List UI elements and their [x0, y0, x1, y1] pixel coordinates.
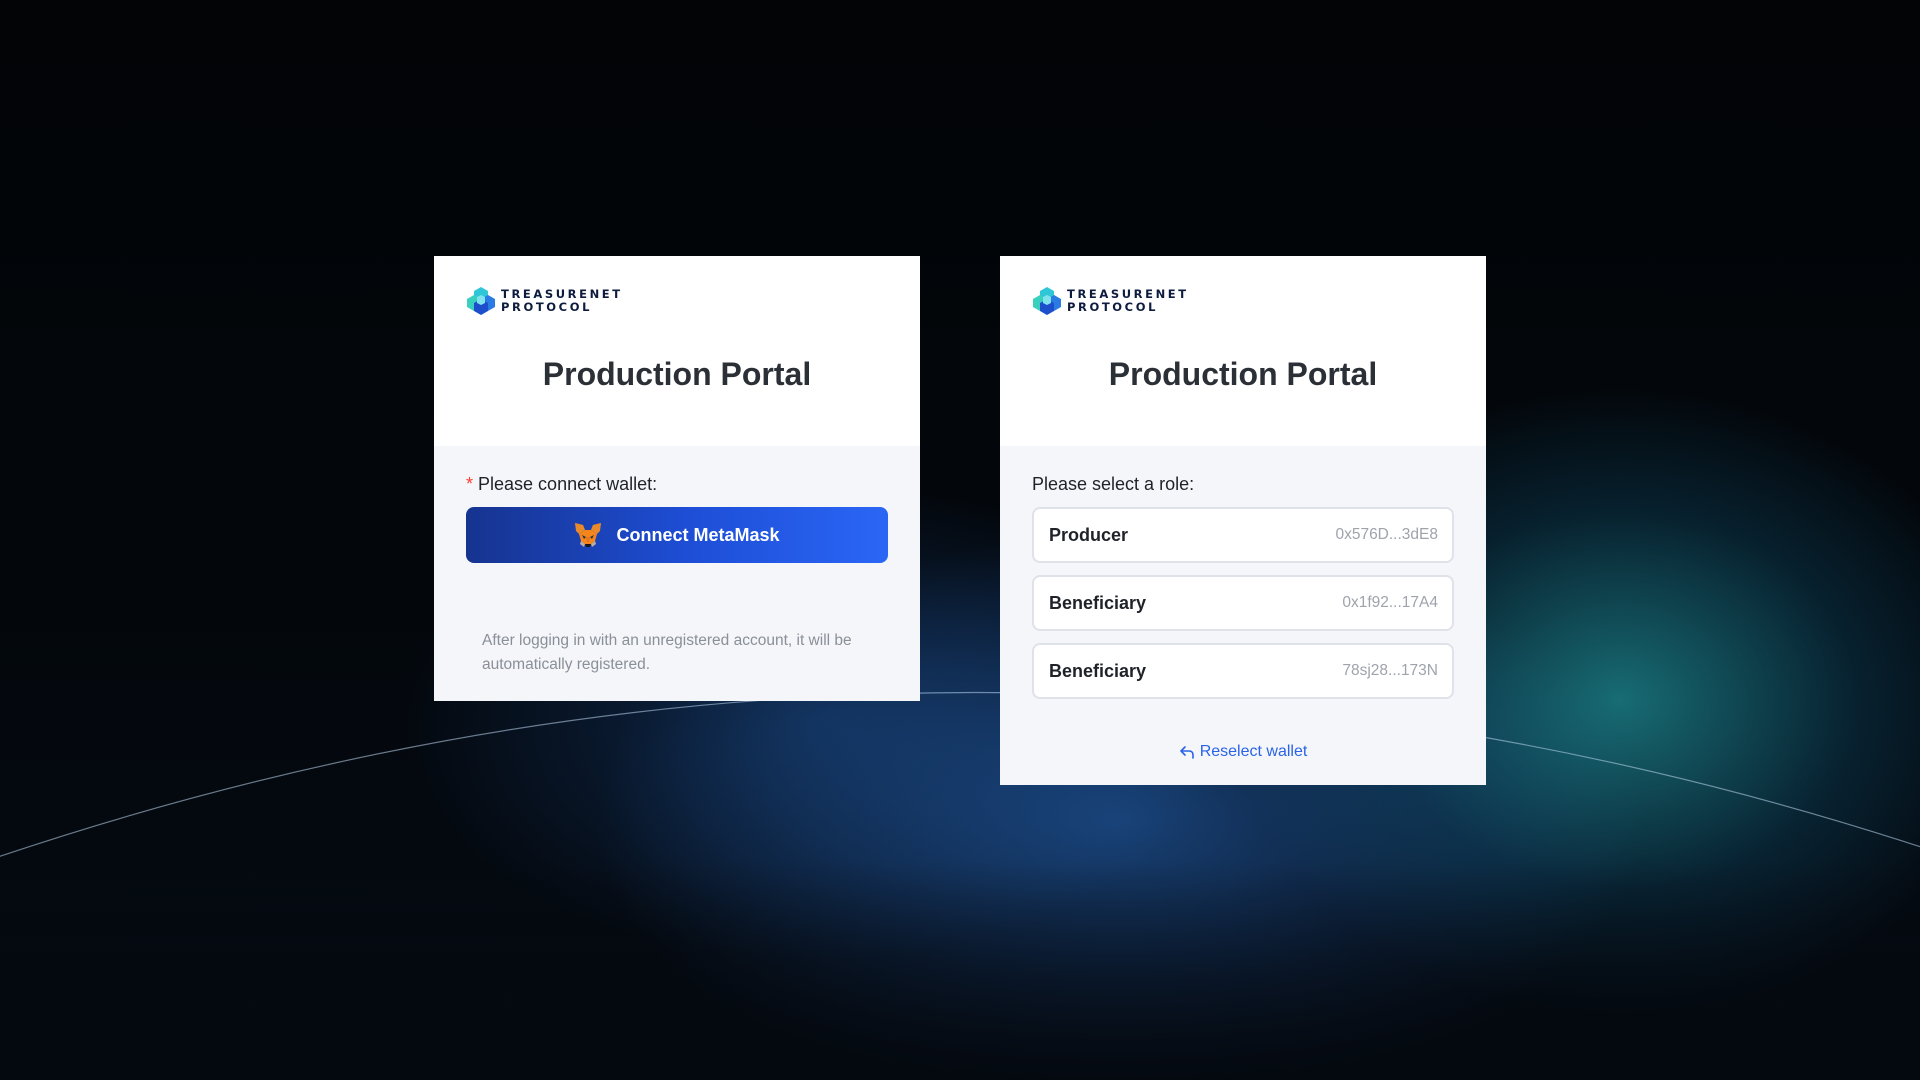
role-address: 0x1f92...17A4: [1342, 594, 1438, 611]
role-address: 78sj28...173N: [1342, 662, 1438, 679]
card-header: TREASURENET PROTOCOL Production Portal: [1000, 256, 1486, 446]
metamask-fox-icon: [575, 523, 602, 547]
page-title: Production Portal: [1108, 356, 1378, 392]
role-name: Beneficiary: [1049, 592, 1147, 613]
card-body: Please select a role: Producer 0x576D...…: [1000, 446, 1486, 785]
card-body: * Please connect wallet: Connect MetaMask…: [434, 446, 920, 701]
required-mark: *: [466, 474, 474, 494]
connect-metamask-button[interactable]: Connect MetaMask: [466, 507, 888, 563]
registration-note: After logging in with an unregistered ac…: [482, 632, 852, 673]
logo-line2: PROTOCOL: [501, 300, 593, 314]
treasurenet-logo: TREASURENET PROTOCOL: [1032, 286, 1189, 316]
page-title: Production Portal: [542, 356, 812, 392]
card-header: TREASURENET PROTOCOL Production Portal: [434, 256, 920, 446]
background-fade: [0, 860, 1920, 1080]
treasurenet-logo-icon: [467, 287, 495, 315]
reselect-wallet-label: Reselect wallet: [1199, 743, 1308, 760]
role-name: Producer: [1049, 524, 1129, 545]
logo-line2: PROTOCOL: [1067, 300, 1159, 314]
connect-metamask-label: Connect MetaMask: [616, 524, 780, 545]
wallet-field-label-text: Please connect wallet:: [478, 474, 658, 494]
connect-wallet-card: TREASURENET PROTOCOL Production Portal *…: [434, 256, 920, 701]
role-option-beneficiary[interactable]: Beneficiary 78sj28...173N: [1032, 643, 1454, 699]
role-address: 0x576D...3dE8: [1335, 526, 1438, 543]
undo-arrow-icon: [1179, 746, 1194, 759]
role-option-beneficiary[interactable]: Beneficiary 0x1f92...17A4: [1032, 575, 1454, 631]
role-name: Beneficiary: [1049, 660, 1147, 681]
wallet-field-label: * Please connect wallet:: [466, 474, 888, 495]
reselect-wallet-link[interactable]: Reselect wallet: [1032, 743, 1454, 761]
role-option-producer[interactable]: Producer 0x576D...3dE8: [1032, 507, 1454, 563]
treasurenet-logo-icon: [1033, 287, 1061, 315]
select-role-card: TREASURENET PROTOCOL Production Portal P…: [1000, 256, 1486, 785]
role-field-label: Please select a role:: [1032, 474, 1195, 494]
treasurenet-logo: TREASURENET PROTOCOL: [466, 286, 623, 316]
